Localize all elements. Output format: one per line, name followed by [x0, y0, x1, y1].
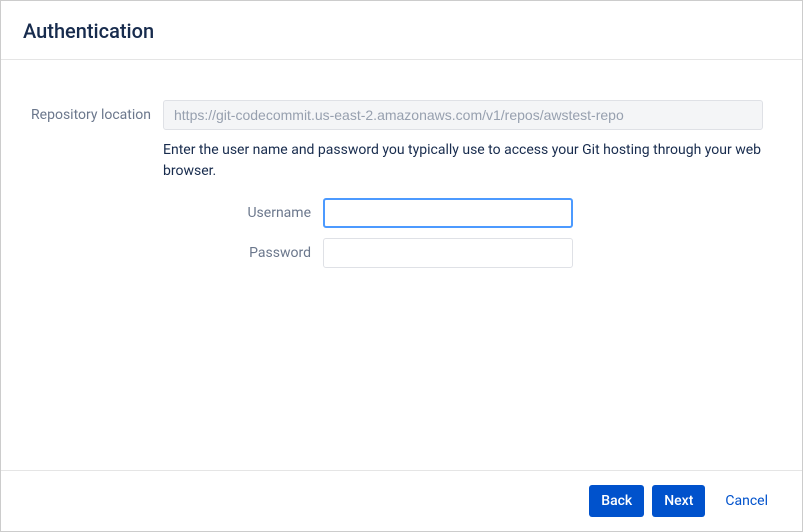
dialog-header: Authentication: [1, 1, 802, 60]
password-row: Password: [23, 238, 780, 268]
dialog-footer: Back Next Cancel: [1, 470, 802, 531]
cancel-button[interactable]: Cancel: [713, 485, 780, 517]
next-button[interactable]: Next: [652, 485, 705, 517]
authentication-dialog: Authentication Repository location Enter…: [0, 0, 803, 532]
back-button[interactable]: Back: [589, 485, 644, 517]
username-input[interactable]: [323, 198, 573, 228]
dialog-content: Repository location Enter the user name …: [1, 60, 802, 470]
username-label: Username: [23, 205, 323, 221]
repo-location-label: Repository location: [23, 107, 163, 123]
repo-location-row: Repository location: [23, 100, 780, 130]
page-title: Authentication: [23, 19, 780, 43]
help-text: Enter the user name and password you typ…: [163, 140, 763, 182]
password-input[interactable]: [323, 238, 573, 268]
password-label: Password: [23, 245, 323, 261]
repo-location-input: [163, 100, 763, 130]
help-row: Enter the user name and password you typ…: [23, 140, 780, 182]
username-row: Username: [23, 198, 780, 228]
